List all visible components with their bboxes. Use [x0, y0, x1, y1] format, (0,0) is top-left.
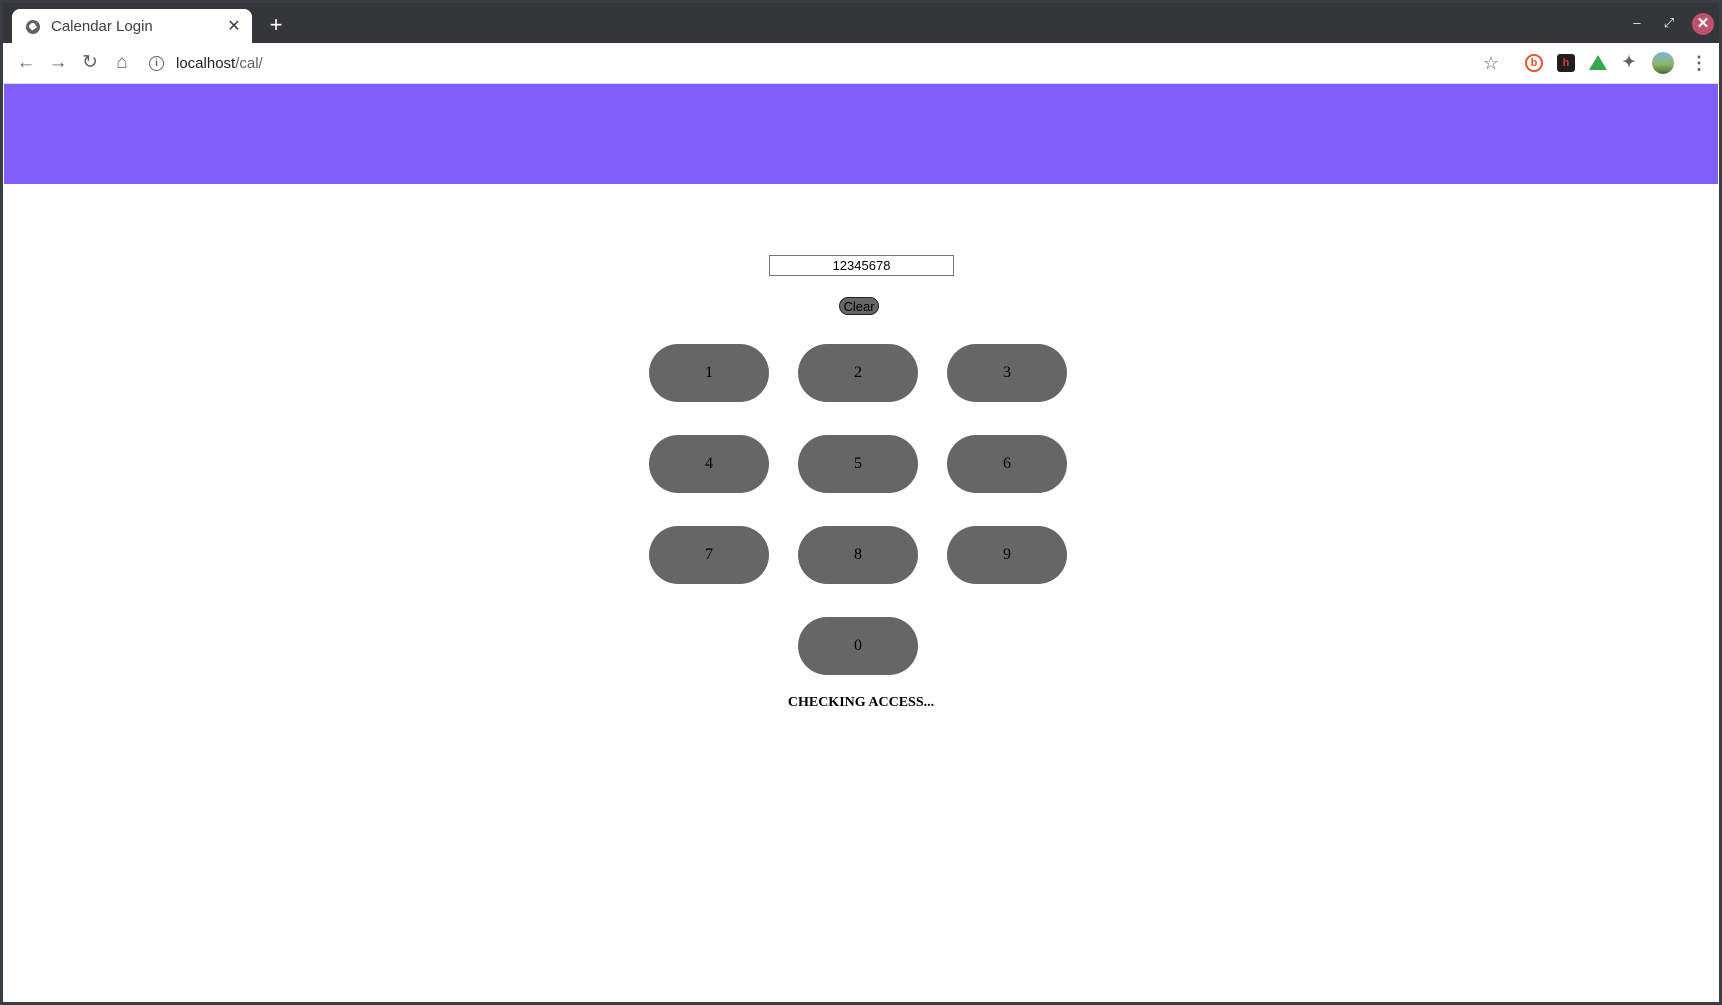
clear-button[interactable]: Clear	[839, 297, 879, 315]
close-window-button[interactable]: ✕	[1692, 13, 1714, 35]
new-tab-button[interactable]: +	[266, 14, 286, 36]
kebab-menu-icon[interactable]: ⋮	[1690, 51, 1708, 75]
bitly-icon[interactable]: b	[1525, 54, 1543, 72]
url-path: /cal/	[235, 54, 263, 72]
key-6-button[interactable]: 6	[947, 435, 1067, 493]
google-drive-icon[interactable]	[1589, 54, 1607, 72]
key-9-button[interactable]: 9	[947, 526, 1067, 584]
forward-arrow-icon[interactable]: →	[46, 51, 70, 75]
bookmark-star-icon[interactable]: ☆	[1479, 51, 1503, 75]
key-5-button[interactable]: 5	[798, 435, 918, 493]
access-code-input[interactable]	[769, 255, 954, 276]
key-0-button[interactable]: 0	[798, 617, 918, 675]
avatar[interactable]	[1652, 52, 1674, 74]
url-text: localhost/cal/	[176, 55, 263, 72]
home-icon[interactable]: ⌂	[110, 51, 134, 75]
tab-title: Calendar Login	[51, 18, 153, 35]
key-1-button[interactable]: 1	[649, 344, 769, 402]
tab-calendar-login[interactable]: Calendar Login ✕	[12, 9, 252, 44]
url-host: localhost	[176, 54, 236, 72]
puzzle-icon[interactable]: ✦	[1620, 54, 1638, 72]
info-icon[interactable]: i	[149, 55, 164, 71]
key-2-button[interactable]: 2	[798, 344, 918, 402]
browser-toolbar: ← → ↻ ⌂ i localhost/cal/ ☆ b h ✦ ⋮	[3, 43, 1719, 84]
key-8-button[interactable]: 8	[798, 526, 918, 584]
header-banner	[4, 84, 1718, 184]
tab-strip: Calendar Login ✕ + – ⤢ ✕	[3, 3, 1719, 44]
maximize-button[interactable]: ⤢	[1659, 13, 1679, 33]
status-message: CHECKING ACCESS...	[787, 695, 935, 710]
browser-window: Calendar Login ✕ + – ⤢ ✕ ← → ↻ ⌂ i local…	[3, 3, 1719, 1002]
tab-close-icon[interactable]: ✕	[224, 17, 244, 37]
address-bar[interactable]: i localhost/cal/	[149, 51, 1469, 75]
back-arrow-icon[interactable]: ←	[14, 51, 38, 75]
key-3-button[interactable]: 3	[947, 344, 1067, 402]
key-4-button[interactable]: 4	[649, 435, 769, 493]
minimize-button[interactable]: –	[1627, 13, 1647, 33]
h-extension-icon[interactable]: h	[1557, 54, 1575, 72]
page-content: Clear 1 2 3 4 5 6 7 8 9 0 CHECKING ACCES…	[3, 84, 1719, 1002]
key-7-button[interactable]: 7	[649, 526, 769, 584]
globe-icon	[26, 19, 40, 34]
reload-icon[interactable]: ↻	[78, 51, 102, 75]
